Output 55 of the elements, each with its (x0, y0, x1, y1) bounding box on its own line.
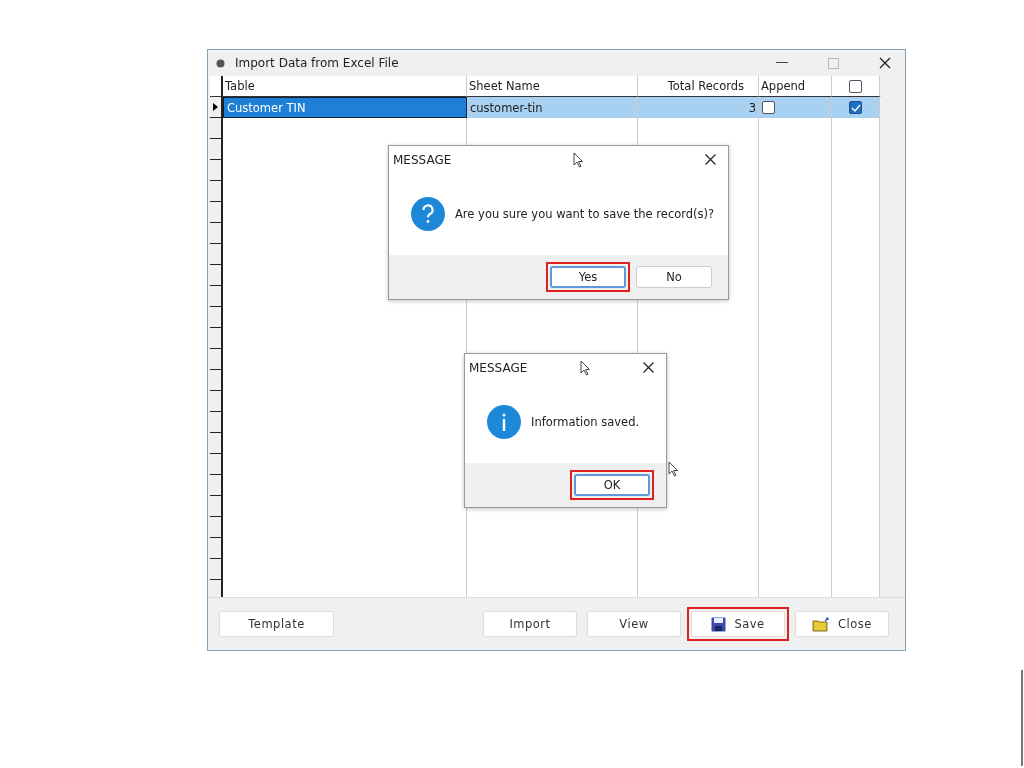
row-header[interactable] (210, 370, 223, 391)
table-cell: customer-tin (467, 97, 638, 118)
row-header[interactable] (210, 202, 223, 223)
row-checkbox[interactable] (849, 101, 862, 114)
row-header[interactable] (210, 538, 223, 559)
row-header[interactable] (210, 580, 223, 597)
row-header[interactable] (210, 160, 223, 181)
select-all-checkbox[interactable] (849, 79, 862, 93)
row-header[interactable] (210, 349, 223, 370)
close-button[interactable]: Close (795, 611, 889, 637)
row-header[interactable] (210, 412, 223, 433)
dialog-message: Are you sure you want to save the record(s)? (455, 207, 715, 221)
row-header[interactable] (210, 454, 223, 475)
row-header[interactable] (210, 181, 223, 202)
dialog-button[interactable]: No (636, 266, 712, 288)
dialog-button[interactable]: Yes (550, 266, 626, 288)
row-header[interactable] (210, 244, 223, 265)
row-header[interactable] (210, 517, 223, 538)
table-cell: Customer TIN (223, 97, 467, 118)
toolbar-button[interactable]: Import (483, 611, 577, 637)
dialog-title: MESSAGE (469, 360, 528, 375)
question-icon (411, 197, 445, 231)
row-header[interactable] (210, 223, 223, 244)
window-title: Import Data from Excel File (235, 56, 399, 70)
row-header[interactable] (210, 391, 223, 412)
folder-icon (812, 616, 831, 632)
close-icon[interactable] (705, 154, 716, 165)
row-header[interactable] (210, 496, 223, 517)
mouse-pointer-icon (579, 359, 591, 376)
row-header[interactable] (210, 559, 223, 580)
row-header[interactable] (210, 307, 223, 328)
app-dot-icon (216, 58, 225, 68)
info-icon (487, 405, 521, 439)
toolbar-button[interactable]: Template (219, 611, 334, 637)
row-header[interactable] (210, 118, 223, 139)
grid-corner-cell[interactable] (210, 76, 223, 97)
row-header[interactable] (210, 139, 223, 160)
row-header[interactable] (210, 97, 223, 118)
row-header[interactable] (210, 328, 223, 349)
close-icon[interactable] (643, 362, 654, 373)
dialog-button[interactable]: OK (574, 474, 650, 496)
close-icon[interactable] (879, 57, 891, 69)
save-button[interactable]: Save (691, 611, 785, 637)
row-header[interactable] (210, 265, 223, 286)
append-checkbox[interactable] (762, 101, 775, 114)
dialog-message: Information saved. (531, 415, 640, 429)
row-header[interactable] (210, 475, 223, 496)
row-header[interactable] (210, 286, 223, 307)
minimize-icon[interactable] (776, 62, 788, 64)
table-cell: 3 (638, 97, 759, 118)
mouse-pointer-icon (572, 151, 584, 168)
toolbar-button[interactable]: View (587, 611, 681, 637)
current-row-icon (213, 103, 218, 111)
row-header[interactable] (210, 433, 223, 454)
dialog-title: MESSAGE (393, 152, 452, 167)
